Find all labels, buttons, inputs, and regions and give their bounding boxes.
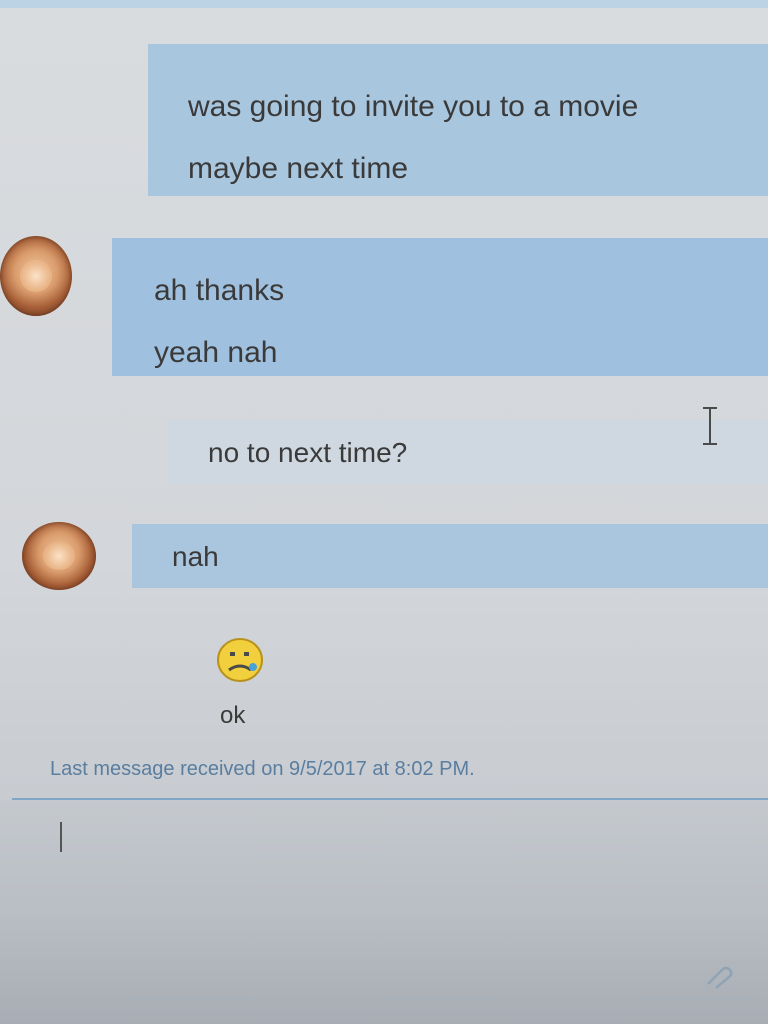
message-text: nah: [172, 541, 219, 572]
contact-avatar[interactable]: [22, 522, 96, 590]
text-caret: [60, 822, 62, 852]
ibeam-cursor-icon: [703, 407, 717, 445]
message-bubble-received[interactable]: nah: [132, 524, 768, 588]
contact-avatar[interactable]: [0, 236, 72, 316]
message-bubble-sent[interactable]: was going to invite you to a movie maybe…: [148, 44, 768, 196]
message-bubble-received[interactable]: ah thanks yeah nah: [112, 238, 768, 376]
worried-face-icon: [217, 638, 263, 682]
chat-window: was going to invite you to a movie maybe…: [0, 0, 768, 1024]
message-text: was going to invite you to a movie: [188, 90, 639, 123]
message-text: maybe next time: [188, 152, 409, 185]
message-bubble-sent[interactable]: no to next time?: [168, 420, 768, 484]
last-message-status: Last message received on 9/5/2017 at 8:0…: [50, 758, 475, 780]
message-text: yeah nah: [154, 336, 278, 369]
message-text: no to next time?: [208, 437, 408, 468]
message-input[interactable]: [0, 800, 768, 1024]
attachment-icon[interactable]: [704, 964, 734, 990]
message-text: ah thanks: [154, 274, 285, 307]
message-text: ok: [220, 702, 246, 729]
header-strip: [0, 0, 768, 8]
